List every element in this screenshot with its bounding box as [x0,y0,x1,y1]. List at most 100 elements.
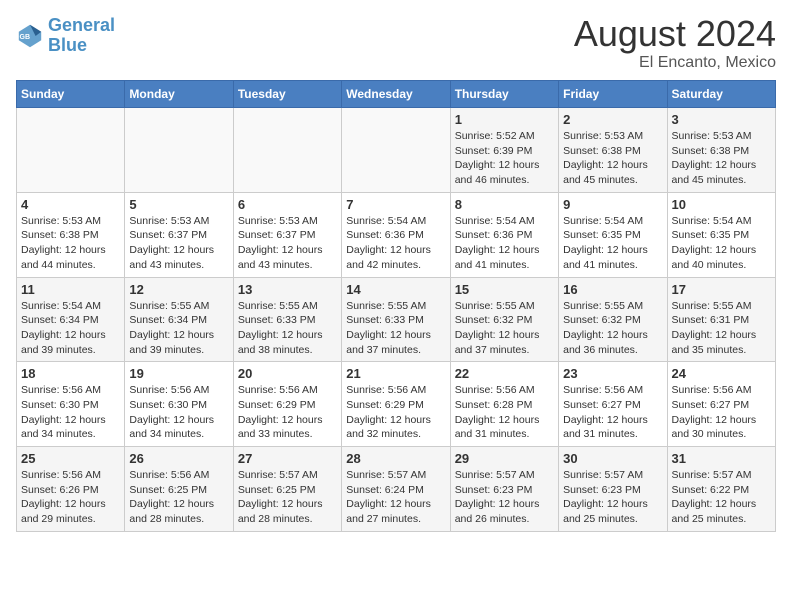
calendar-cell: 9 Sunrise: 5:54 AM Sunset: 6:35 PM Daylig… [559,192,667,277]
day-info: Sunrise: 5:55 AM Sunset: 6:32 PM Dayligh… [563,299,662,358]
day-number: 6 [238,197,337,212]
day-number: 24 [672,366,771,381]
day-info: Sunrise: 5:57 AM Sunset: 6:23 PM Dayligh… [455,468,554,527]
day-number: 29 [455,451,554,466]
day-number: 14 [346,282,445,297]
calendar-cell: 5 Sunrise: 5:53 AM Sunset: 6:37 PM Daylig… [125,192,233,277]
day-info: Sunrise: 5:57 AM Sunset: 6:23 PM Dayligh… [563,468,662,527]
day-number: 22 [455,366,554,381]
day-info: Sunrise: 5:55 AM Sunset: 6:31 PM Dayligh… [672,299,771,358]
day-number: 25 [21,451,120,466]
day-info: Sunrise: 5:56 AM Sunset: 6:26 PM Dayligh… [21,468,120,527]
calendar-cell: 26Sunrise: 5:56 AM Sunset: 6:25 PM Dayli… [125,447,233,532]
calendar-cell: 28Sunrise: 5:57 AM Sunset: 6:24 PM Dayli… [342,447,450,532]
day-info: Sunrise: 5:55 AM Sunset: 6:34 PM Dayligh… [129,299,228,358]
title-block: August 2024 El Encanto, Mexico [574,16,776,72]
logo-line2: Blue [48,35,87,55]
day-number: 16 [563,282,662,297]
calendar-cell: 15Sunrise: 5:55 AM Sunset: 6:32 PM Dayli… [450,277,558,362]
day-info: Sunrise: 5:54 AM Sunset: 6:35 PM Dayligh… [672,214,771,273]
day-number: 19 [129,366,228,381]
day-info: Sunrise: 5:53 AM Sunset: 6:38 PM Dayligh… [563,129,662,188]
weekday-header: Sunday [17,81,125,108]
calendar-cell [233,108,341,193]
calendar-cell: 19 Sunrise: 5:56 AM Sunset: 6:30 PM Dayli… [125,362,233,447]
calendar-cell: 25 Sunrise: 5:56 AM Sunset: 6:26 PM Dayli… [17,447,125,532]
calendar-cell: 4Sunrise: 5:53 AM Sunset: 6:38 PM Daylig… [17,192,125,277]
day-info: Sunrise: 5:56 AM Sunset: 6:30 PM Dayligh… [21,383,120,442]
day-number: 31 [672,451,771,466]
calendar-cell: 18 Sunrise: 5:56 AM Sunset: 6:30 PM Dayli… [17,362,125,447]
day-info: Sunrise: 5:54 AM Sunset: 6:35 PM Dayligh… [563,214,662,273]
logo-text: GeneralBlue [48,16,115,56]
weekday-header-row: SundayMondayTuesdayWednesdayThursdayFrid… [17,81,776,108]
day-info: Sunrise: 5:57 AM Sunset: 6:22 PM Dayligh… [672,468,771,527]
day-info: Sunrise: 5:56 AM Sunset: 6:30 PM Dayligh… [129,383,228,442]
calendar-cell [342,108,450,193]
day-info: Sunrise: 5:53 AM Sunset: 6:38 PM Dayligh… [672,129,771,188]
day-number: 7 [346,197,445,212]
day-number: 5 [129,197,228,212]
calendar-subtitle: El Encanto, Mexico [574,54,776,72]
day-info: Sunrise: 5:56 AM Sunset: 6:29 PM Dayligh… [346,383,445,442]
day-number: 9 [563,197,662,212]
day-info: Sunrise: 5:54 AM Sunset: 6:36 PM Dayligh… [455,214,554,273]
calendar-cell: 2 Sunrise: 5:53 AM Sunset: 6:38 PM Daylig… [559,108,667,193]
calendar-cell: 27Sunrise: 5:57 AM Sunset: 6:25 PM Dayli… [233,447,341,532]
day-number: 30 [563,451,662,466]
calendar-table: SundayMondayTuesdayWednesdayThursdayFrid… [16,80,776,532]
calendar-week-row: 25 Sunrise: 5:56 AM Sunset: 6:26 PM Dayli… [17,447,776,532]
day-number: 28 [346,451,445,466]
weekday-header: Wednesday [342,81,450,108]
day-info: Sunrise: 5:55 AM Sunset: 6:33 PM Dayligh… [238,299,337,358]
calendar-cell: 3Sunrise: 5:53 AM Sunset: 6:38 PM Daylig… [667,108,775,193]
weekday-header: Monday [125,81,233,108]
calendar-week-row: 11Sunrise: 5:54 AM Sunset: 6:34 PM Dayli… [17,277,776,362]
calendar-week-row: 18 Sunrise: 5:56 AM Sunset: 6:30 PM Dayli… [17,362,776,447]
weekday-header: Saturday [667,81,775,108]
day-number: 21 [346,366,445,381]
weekday-header: Friday [559,81,667,108]
day-number: 17 [672,282,771,297]
day-info: Sunrise: 5:56 AM Sunset: 6:25 PM Dayligh… [129,468,228,527]
calendar-cell: 10Sunrise: 5:54 AM Sunset: 6:35 PM Dayli… [667,192,775,277]
day-number: 11 [21,282,120,297]
day-info: Sunrise: 5:53 AM Sunset: 6:37 PM Dayligh… [129,214,228,273]
logo: GB GeneralBlue [16,16,115,56]
day-info: Sunrise: 5:56 AM Sunset: 6:27 PM Dayligh… [563,383,662,442]
day-number: 13 [238,282,337,297]
calendar-cell: 12Sunrise: 5:55 AM Sunset: 6:34 PM Dayli… [125,277,233,362]
calendar-week-row: 4Sunrise: 5:53 AM Sunset: 6:38 PM Daylig… [17,192,776,277]
day-number: 15 [455,282,554,297]
calendar-cell: 29 Sunrise: 5:57 AM Sunset: 6:23 PM Dayli… [450,447,558,532]
day-number: 2 [563,112,662,127]
calendar-cell: 16 Sunrise: 5:55 AM Sunset: 6:32 PM Dayli… [559,277,667,362]
day-info: Sunrise: 5:56 AM Sunset: 6:29 PM Dayligh… [238,383,337,442]
day-number: 20 [238,366,337,381]
calendar-cell: 1 Sunrise: 5:52 AM Sunset: 6:39 PM Daylig… [450,108,558,193]
day-info: Sunrise: 5:54 AM Sunset: 6:36 PM Dayligh… [346,214,445,273]
day-info: Sunrise: 5:52 AM Sunset: 6:39 PM Dayligh… [455,129,554,188]
calendar-cell [17,108,125,193]
calendar-cell: 20 Sunrise: 5:56 AM Sunset: 6:29 PM Dayli… [233,362,341,447]
day-info: Sunrise: 5:56 AM Sunset: 6:28 PM Dayligh… [455,383,554,442]
logo-line1: General [48,15,115,35]
calendar-cell: 17 Sunrise: 5:55 AM Sunset: 6:31 PM Dayli… [667,277,775,362]
svg-text:GB: GB [20,34,31,41]
calendar-cell: 7 Sunrise: 5:54 AM Sunset: 6:36 PM Daylig… [342,192,450,277]
calendar-cell: 23 Sunrise: 5:56 AM Sunset: 6:27 PM Dayli… [559,362,667,447]
page-header: GB GeneralBlue August 2024 El Encanto, M… [16,16,776,72]
day-number: 1 [455,112,554,127]
day-info: Sunrise: 5:55 AM Sunset: 6:33 PM Dayligh… [346,299,445,358]
calendar-cell: 30 Sunrise: 5:57 AM Sunset: 6:23 PM Dayli… [559,447,667,532]
day-number: 23 [563,366,662,381]
day-info: Sunrise: 5:57 AM Sunset: 6:25 PM Dayligh… [238,468,337,527]
calendar-cell: 14 Sunrise: 5:55 AM Sunset: 6:33 PM Dayli… [342,277,450,362]
day-number: 18 [21,366,120,381]
calendar-week-row: 1 Sunrise: 5:52 AM Sunset: 6:39 PM Daylig… [17,108,776,193]
calendar-cell: 11Sunrise: 5:54 AM Sunset: 6:34 PM Dayli… [17,277,125,362]
calendar-cell [125,108,233,193]
calendar-cell: 31 Sunrise: 5:57 AM Sunset: 6:22 PM Dayli… [667,447,775,532]
logo-icon: GB [16,22,44,50]
calendar-title: August 2024 [574,16,776,52]
